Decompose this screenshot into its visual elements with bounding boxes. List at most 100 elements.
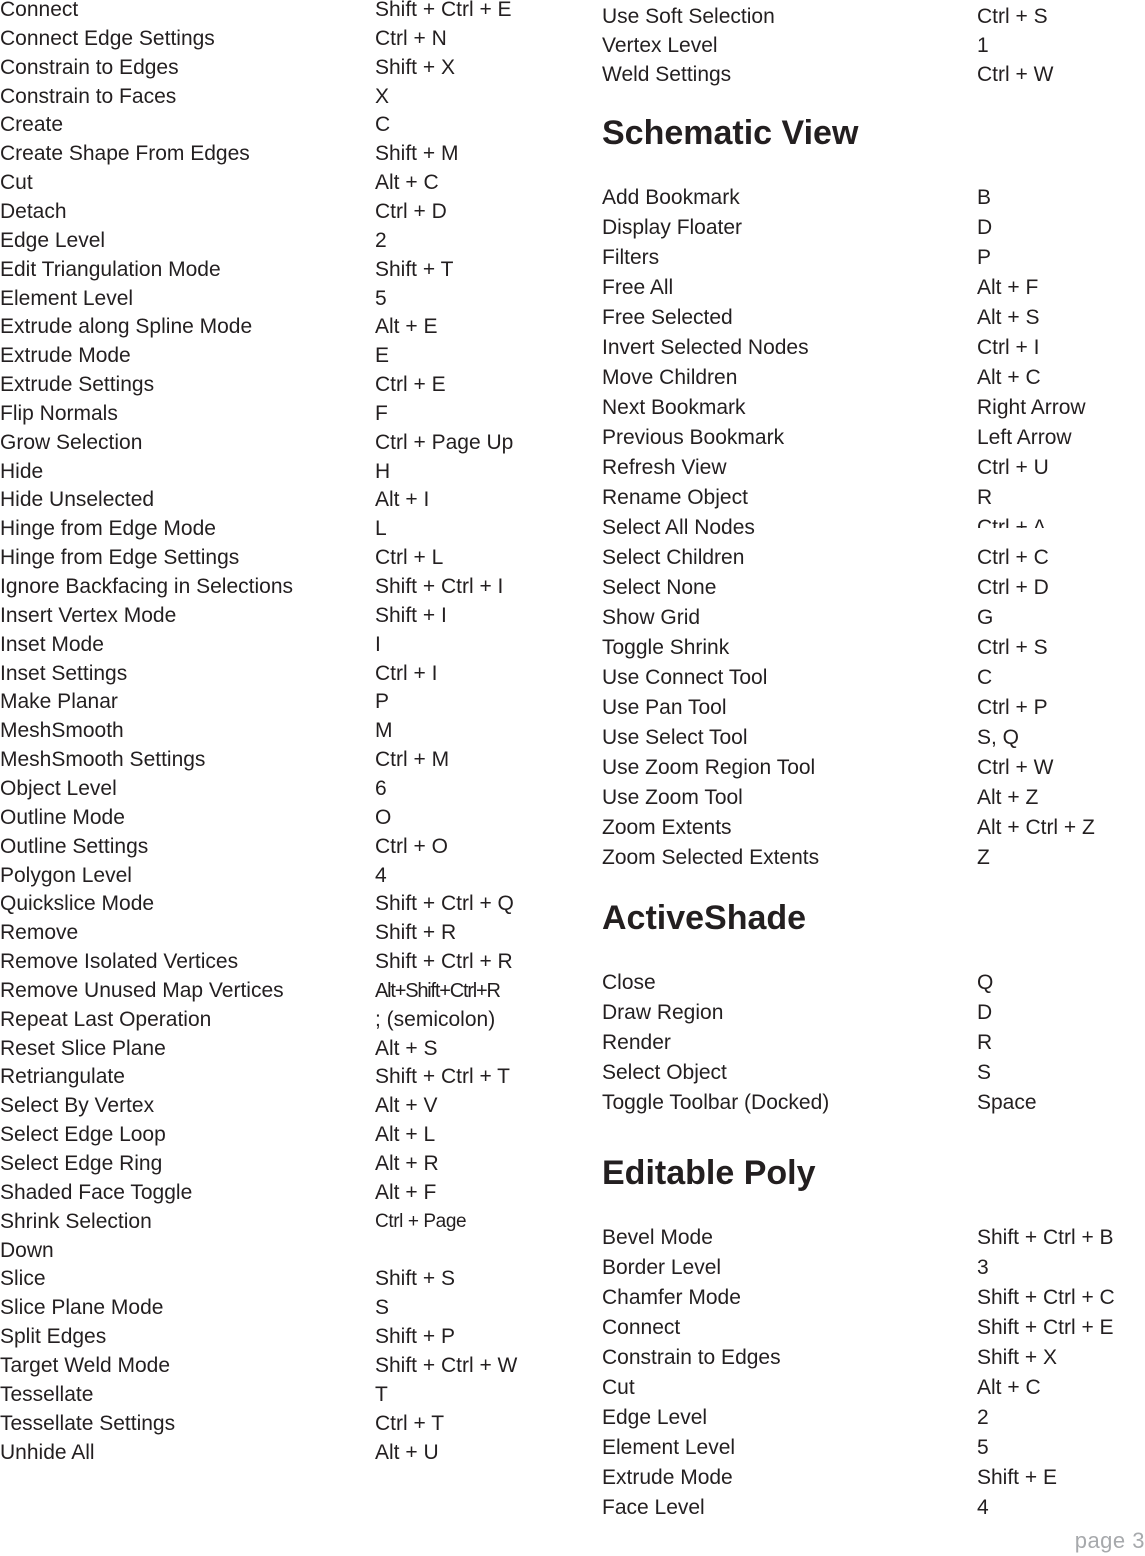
section-heading-activeshade: ActiveShade	[602, 899, 807, 937]
command-name: Select Object	[602, 1061, 727, 1084]
command-name: Extrude Mode	[602, 1466, 733, 1489]
key-combination: Shift + Ctrl + T	[375, 1065, 510, 1089]
key-combination: Alt + L	[375, 1123, 436, 1147]
key-combination: 1	[977, 34, 989, 57]
command-name: Make Planar	[0, 690, 118, 714]
key-combination: Ctrl + M	[375, 748, 450, 772]
key-combination: Shift + M	[375, 142, 459, 166]
command-name: Chamfer Mode	[602, 1286, 741, 1309]
command-name: Outline Settings	[0, 834, 149, 858]
key-combination: O	[375, 805, 392, 829]
command-name: Vertex Level	[602, 34, 718, 57]
key-combination: Z	[977, 846, 990, 869]
key-combination: Ctrl + T	[375, 1411, 445, 1435]
command-name: Unhide All	[0, 1440, 95, 1464]
section-heading-schematic-view: Schematic View	[602, 114, 859, 152]
key-combination: Alt + F	[375, 1180, 437, 1204]
command-name: Ignore Backfacing in Selections	[0, 575, 294, 598]
key-combination: Shift + Ctrl + E	[375, 0, 512, 21]
key-combination: S, Q	[977, 726, 1020, 749]
command-name: Inset Settings	[0, 661, 128, 685]
key-combination: E	[375, 344, 390, 368]
command-name: Add Bookmark	[602, 186, 740, 209]
command-name: Connect	[602, 1316, 681, 1339]
key-combination: Shift + Ctrl + Q	[375, 892, 514, 916]
command-name: Zoom Selected Extents	[602, 846, 820, 869]
command-name: Flip Normals	[0, 401, 118, 425]
command-name: Remove Isolated Vertices	[0, 950, 239, 974]
key-combination: X	[375, 84, 390, 108]
command-name: Free Selected	[602, 306, 733, 329]
command-name: Inset Mode	[0, 632, 104, 656]
key-combination: Shift + Ctrl + B	[977, 1226, 1114, 1249]
command-name: Edit Triangulation Mode	[0, 257, 221, 281]
key-combination: P	[977, 246, 992, 269]
key-combination: B	[977, 186, 992, 209]
left-shortcut-column: Connect Shift + Ctrl + E Connect Edge Sett…	[0, 0, 560, 1480]
key-combination: Alt+Shift+Ctrl+R	[375, 979, 501, 1002]
command-name: Use Soft Selection	[602, 5, 775, 28]
command-name: Render	[602, 1031, 671, 1054]
key-combination: Alt + E	[375, 315, 438, 339]
command-name: Hinge from Edge Settings	[0, 546, 240, 570]
command-name: Face Level	[602, 1496, 705, 1519]
key-combination: R	[977, 1031, 993, 1054]
command-name: Rename Object	[602, 486, 748, 509]
key-combination: Ctrl + S	[977, 636, 1048, 659]
command-name: Constrain to Edges	[602, 1346, 781, 1369]
key-combination: Ctrl + I	[375, 661, 438, 685]
command-name: Next Bookmark	[602, 396, 746, 419]
command-name: Select All Nodes	[602, 516, 755, 539]
command-name: Select None	[602, 576, 717, 599]
key-combination: S	[375, 1296, 390, 1320]
key-combination: Alt + I	[375, 488, 430, 512]
key-combination: 3	[977, 1256, 989, 1279]
command-name: Tessellate Settings	[0, 1411, 176, 1435]
key-combination: 2	[375, 228, 387, 252]
key-combination: Shift + S	[375, 1267, 455, 1291]
key-combination: H	[375, 459, 391, 483]
command-name: Object Level	[0, 776, 117, 800]
command-name: Draw Region	[602, 1001, 724, 1024]
key-combination: Shift + Ctrl + I	[375, 575, 504, 598]
command-name: Hide	[0, 459, 44, 483]
command-name: MeshSmooth	[0, 719, 124, 743]
key-combination: Ctrl + O	[375, 834, 448, 858]
key-combination: Alt + S	[977, 306, 1040, 329]
command-name: Previous Bookmark	[602, 426, 785, 449]
command-name: Edge Level	[602, 1406, 708, 1429]
key-combination: Shift + X	[375, 55, 455, 79]
key-combination: F	[375, 401, 388, 425]
key-combination: Ctrl + S	[977, 5, 1048, 28]
command-name: Create Shape From Edges	[0, 142, 250, 166]
command-name: Grow Selection	[0, 430, 143, 454]
key-combination: Ctrl + D	[375, 199, 447, 223]
key-combination: Alt + C	[977, 366, 1041, 389]
key-combination: D	[977, 1001, 993, 1024]
command-name: Extrude Mode	[0, 344, 131, 368]
key-combination: Alt + S	[375, 1036, 438, 1060]
key-combination: Shift + Ctrl + R	[375, 950, 513, 974]
command-name: Use Pan Tool	[602, 696, 727, 719]
key-combination: Alt + F	[977, 276, 1039, 299]
command-name: Cut	[0, 171, 33, 195]
command-name: Down	[0, 1238, 54, 1262]
key-combination: Ctrl + Page	[375, 1210, 467, 1232]
key-combination: Shift + R	[375, 921, 457, 945]
key-combination: Shift + T	[375, 257, 454, 281]
command-name: Weld Settings	[602, 63, 732, 86]
key-combination: ; (semicolon)	[375, 1007, 496, 1031]
key-combination: Alt + C	[375, 171, 439, 195]
key-combination: S	[977, 1061, 992, 1084]
command-name: Extrude along Spline Mode	[0, 315, 253, 339]
key-combination: Shift + Ctrl + W	[375, 1353, 518, 1377]
command-name: Repeat Last Operation	[0, 1007, 212, 1031]
key-combination: I	[375, 632, 381, 656]
key-combination: Ctrl + D	[977, 576, 1049, 599]
command-name: Shaded Face Toggle	[0, 1180, 193, 1204]
command-name: Constrain to Faces	[0, 84, 177, 108]
command-name: Select Edge Ring	[0, 1152, 163, 1175]
key-combination: 2	[977, 1406, 989, 1429]
command-name: Use Zoom Region Tool	[602, 756, 816, 779]
key-combination: Right Arrow	[977, 396, 1086, 419]
